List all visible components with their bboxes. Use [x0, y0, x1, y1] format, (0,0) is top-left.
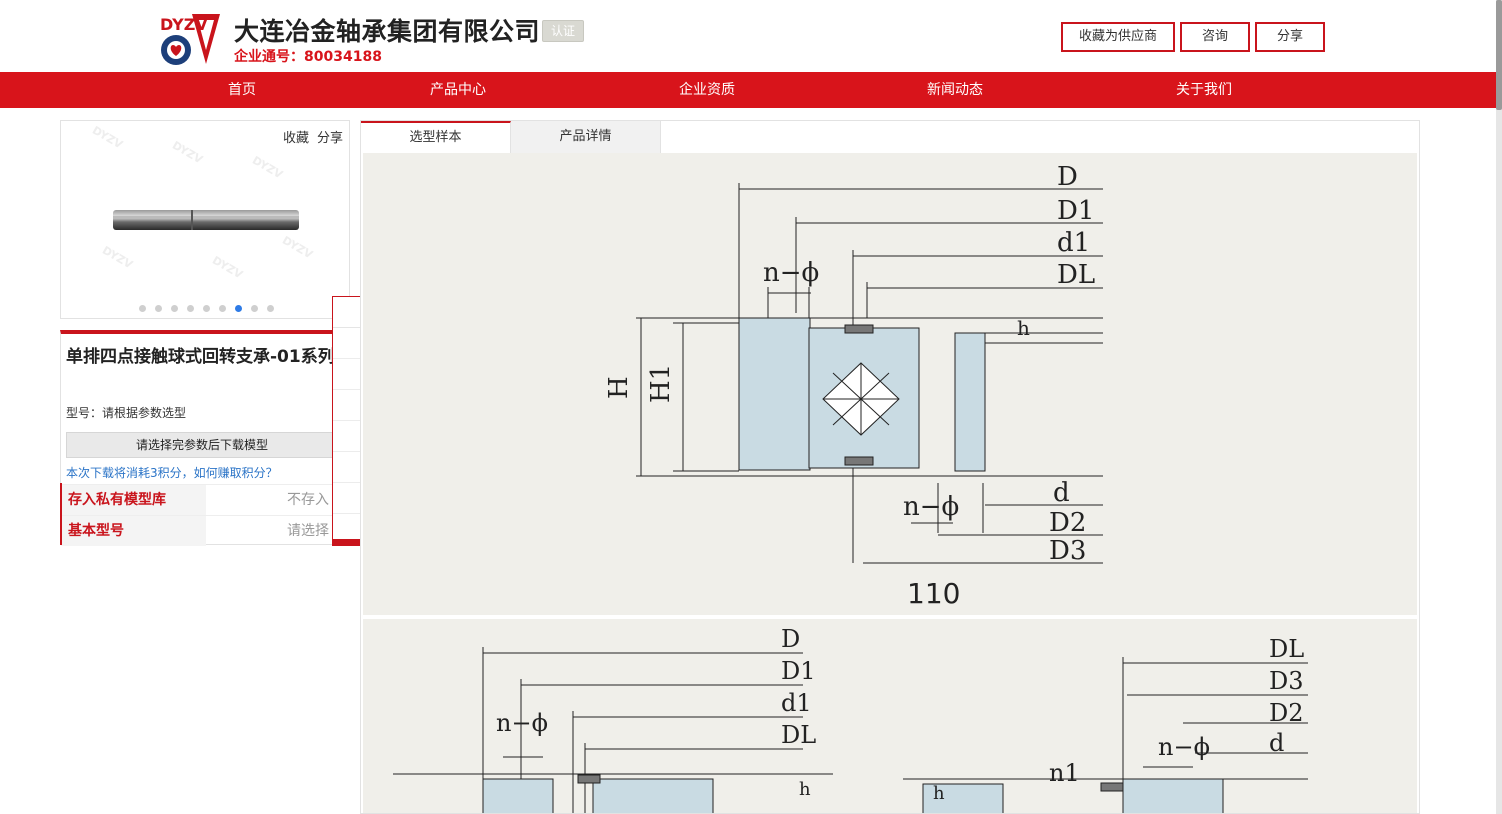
carousel-dot[interactable]	[267, 305, 274, 312]
dim-label-D: D	[1057, 162, 1078, 192]
carousel-dot[interactable]	[251, 305, 258, 312]
watermark: DYZV	[249, 153, 285, 182]
dim-label-D2: D2	[1049, 508, 1086, 538]
company-logo[interactable]: DYZV	[158, 12, 220, 68]
dim-label-H1: H1	[646, 364, 676, 403]
dim-label-D: D	[781, 625, 800, 653]
dim-label-DL-right: DL	[1269, 635, 1304, 663]
company-name: 大连冶金轴承集团有限公司	[234, 17, 541, 46]
product-info: 单排四点接触球式回转支承-01系列 型号：请根据参数选型 请选择完参数后下载模型…	[60, 330, 348, 546]
figure-number: 110	[907, 577, 960, 610]
technical-drawing-second: D D1 d1 DL n−ϕ h DL D3 D2 d n−ϕ n1 h	[363, 619, 1417, 813]
option-value[interactable]: 不存入	[287, 485, 329, 515]
main-nav: 首页 产品中心 企业资质 新闻动态 关于我们	[0, 72, 1496, 108]
page-scrollbar[interactable]	[1496, 0, 1502, 814]
carousel-dot-active[interactable]	[235, 305, 242, 312]
watermark: DYZV	[89, 123, 125, 152]
gallery-actions: 收藏 分享	[275, 127, 343, 146]
favorite-supplier-button[interactable]: 收藏为供应商	[1061, 22, 1175, 52]
watermark: DYZV	[99, 243, 135, 272]
option-row-base-model[interactable]: 基本型号 请选择	[61, 515, 347, 546]
svg-text:DYZV: DYZV	[160, 15, 208, 34]
carousel-dot[interactable]	[155, 305, 162, 312]
option-row-private-library[interactable]: 存入私有模型库 不存入	[61, 484, 347, 515]
cert-badge: 认证	[542, 20, 584, 42]
option-label: 基本型号	[61, 516, 206, 546]
dim-label-DL: DL	[1057, 260, 1095, 290]
dim-label-d1: d1	[781, 689, 812, 717]
watermark: DYZV	[169, 138, 205, 167]
carousel-dot[interactable]	[171, 305, 178, 312]
carousel-dot[interactable]	[139, 305, 146, 312]
consult-button[interactable]: 咨询	[1180, 22, 1250, 52]
option-label: 存入私有模型库	[61, 485, 206, 515]
dim-label-D1: D1	[1057, 196, 1094, 226]
carousel-dots	[139, 297, 283, 316]
nav-item-products[interactable]: 产品中心	[398, 72, 518, 108]
option-value[interactable]: 请选择	[287, 516, 329, 546]
watermark: DYZV	[279, 233, 315, 262]
tab-selection-sample[interactable]: 选型样本	[361, 121, 511, 153]
carousel-dot[interactable]	[203, 305, 210, 312]
dim-label-n1: n1	[1049, 759, 1080, 787]
download-model-button[interactable]: 请选择完参数后下载模型	[66, 432, 338, 458]
dim-label-d: d	[1053, 478, 1070, 508]
nav-item-about[interactable]: 关于我们	[1144, 72, 1264, 108]
site-header: DYZV 大连冶金轴承集团有限公司 认证 企业通号：80034188 收藏为供应…	[0, 0, 1496, 72]
nav-item-home[interactable]: 首页	[182, 72, 302, 108]
dim-label-d-right: d	[1269, 729, 1284, 757]
dim-label-H: H	[604, 376, 634, 399]
dim-label-n-phi: n−ϕ	[763, 258, 819, 288]
content-tabs: 选型样本 产品详情	[361, 121, 1419, 153]
dim-label-n-phi-2: n−ϕ	[903, 492, 959, 522]
dim-label-D3: D3	[1049, 536, 1086, 566]
dim-label-d1: d1	[1057, 228, 1090, 258]
dim-label-h: h	[799, 779, 811, 800]
dim-label-D3-right: D3	[1269, 667, 1304, 695]
dim-label-D1: D1	[781, 657, 816, 685]
product-title: 单排四点接触球式回转支承-01系列	[66, 347, 335, 367]
product-content: 选型样本 产品详情 D D1 d1 DL n−ϕ h H H1 d D2 D3 …	[360, 120, 1420, 814]
dim-label-h-right: h	[933, 783, 945, 804]
favorite-link[interactable]: 收藏	[283, 131, 309, 146]
dim-label-n-phi-right: n−ϕ	[1158, 733, 1210, 761]
dim-label-n-phi: n−ϕ	[496, 709, 548, 737]
member-id: 企业通号：80034188	[234, 49, 382, 65]
technical-drawing-110: D D1 d1 DL n−ϕ h H H1 d D2 D3 n−ϕ 110	[363, 153, 1417, 615]
points-note-link[interactable]: 本次下载将消耗3积分，如何赚取积分？	[66, 464, 278, 481]
page-scrollbar-thumb[interactable]	[1496, 0, 1502, 110]
bearing-product-image[interactable]	[111, 206, 301, 234]
nav-item-qualifications[interactable]: 企业资质	[647, 72, 767, 108]
tab-product-details[interactable]: 产品详情	[511, 121, 661, 153]
share-button[interactable]: 分享	[1255, 22, 1325, 52]
dim-label-DL: DL	[781, 721, 816, 749]
carousel-dot[interactable]	[219, 305, 226, 312]
info-accent-border	[60, 483, 62, 545]
share-link[interactable]: 分享	[317, 131, 343, 146]
watermark: DYZV	[209, 253, 245, 282]
dim-label-D2-right: D2	[1269, 699, 1304, 727]
product-gallery: DYZV DYZV DYZV DYZV DYZV DYZV 收藏 分享	[60, 120, 350, 319]
dim-label-h: h	[1017, 316, 1030, 340]
carousel-dot[interactable]	[187, 305, 194, 312]
model-line: 型号：请根据参数选型	[66, 406, 187, 420]
nav-item-news[interactable]: 新闻动态	[895, 72, 1015, 108]
